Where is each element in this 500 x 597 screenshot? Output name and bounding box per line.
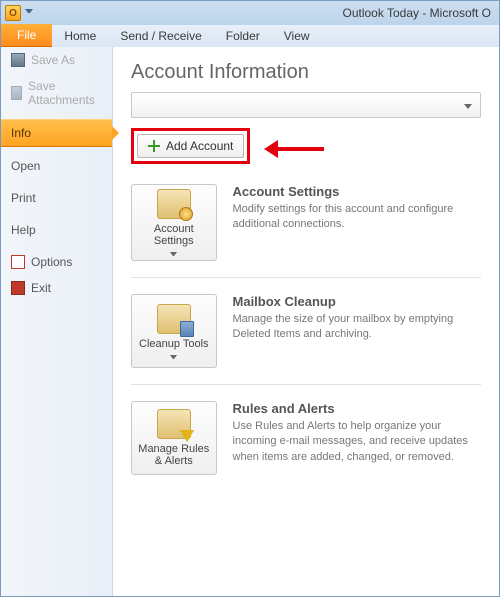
sidebar-item-label: Options xyxy=(31,255,72,269)
options-icon xyxy=(11,255,25,269)
save-icon xyxy=(11,53,25,67)
rules-icon xyxy=(157,409,191,439)
section-heading: Account Settings xyxy=(233,184,481,199)
section-rules-alerts: Manage Rules & Alerts Rules and Alerts U… xyxy=(131,385,481,491)
section-description: Use Rules and Alerts to help organize yo… xyxy=(233,419,481,465)
window-title: Outlook Today - Microsoft O xyxy=(343,6,492,20)
sidebar-item-save-as: Save As xyxy=(1,47,112,73)
section-heading: Rules and Alerts xyxy=(233,401,481,416)
section-text: Rules and Alerts Use Rules and Alerts to… xyxy=(233,401,481,475)
tab-home[interactable]: Home xyxy=(52,25,108,47)
exit-icon xyxy=(11,281,25,295)
bigbtn-label: Manage Rules & Alerts xyxy=(134,443,214,467)
section-text: Account Settings Modify settings for thi… xyxy=(233,184,481,261)
section-mailbox-cleanup: Cleanup Tools Mailbox Cleanup Manage the… xyxy=(131,278,481,385)
section-text: Mailbox Cleanup Manage the size of your … xyxy=(233,294,481,368)
sidebar-item-options[interactable]: Options xyxy=(1,249,112,275)
section-description: Modify settings for this account and con… xyxy=(233,202,481,233)
ribbon-tabs: File Home Send / Receive Folder View xyxy=(1,25,499,47)
bigbtn-label: Account Settings xyxy=(134,223,214,247)
annotation-highlight-box: Add Account xyxy=(131,128,250,164)
sidebar-item-open[interactable]: Open xyxy=(1,153,112,179)
backstage-body: Save As Save Attachments Info Open Print… xyxy=(1,47,499,597)
add-account-row: Add Account xyxy=(131,128,481,164)
chevron-down-icon xyxy=(170,252,177,256)
annotation-arrow xyxy=(264,140,324,158)
sidebar-item-exit[interactable]: Exit xyxy=(1,275,112,301)
sidebar-item-label: Open xyxy=(11,159,40,173)
bigbtn-label: Cleanup Tools xyxy=(139,338,209,350)
page-title: Account Information xyxy=(131,61,481,84)
sidebar-item-label: Print xyxy=(11,191,36,205)
outlook-app-icon: O xyxy=(5,5,21,21)
main-panel: Account Information Add Account Account … xyxy=(113,47,499,597)
tab-send-receive[interactable]: Send / Receive xyxy=(108,25,213,47)
title-bar: O Outlook Today - Microsoft O xyxy=(1,1,499,25)
add-account-label: Add Account xyxy=(166,139,233,153)
tab-file[interactable]: File xyxy=(1,24,52,47)
sidebar-item-info[interactable]: Info xyxy=(1,119,112,147)
sidebar-item-label: Save Attachments xyxy=(28,79,102,107)
manage-rules-alerts-button[interactable]: Manage Rules & Alerts xyxy=(131,401,217,475)
section-heading: Mailbox Cleanup xyxy=(233,294,481,309)
sidebar-item-label: Exit xyxy=(31,281,51,295)
account-selector-dropdown[interactable] xyxy=(131,92,481,118)
tab-folder[interactable]: Folder xyxy=(214,25,272,47)
quick-access-toolbar: O xyxy=(1,1,33,25)
add-account-button[interactable]: Add Account xyxy=(137,134,244,158)
outlook-window: O Outlook Today - Microsoft O File Home … xyxy=(0,0,500,597)
sidebar-item-help[interactable]: Help xyxy=(1,217,112,243)
backstage-sidebar: Save As Save Attachments Info Open Print… xyxy=(1,47,113,597)
sidebar-item-save-attachments: Save Attachments xyxy=(1,73,112,113)
qat-dropdown-icon[interactable] xyxy=(25,9,33,17)
cleanup-icon xyxy=(157,304,191,334)
chevron-down-icon xyxy=(170,355,177,359)
cleanup-tools-button[interactable]: Cleanup Tools xyxy=(131,294,217,368)
account-settings-icon xyxy=(157,189,191,219)
sidebar-item-label: Save As xyxy=(31,53,75,67)
sidebar-item-label: Info xyxy=(11,126,31,140)
account-settings-button[interactable]: Account Settings xyxy=(131,184,217,261)
section-description: Manage the size of your mailbox by empty… xyxy=(233,312,481,343)
attachment-icon xyxy=(11,86,22,100)
section-account-settings: Account Settings Account Settings Modify… xyxy=(131,168,481,278)
sidebar-item-print[interactable]: Print xyxy=(1,185,112,211)
sidebar-item-label: Help xyxy=(11,223,36,237)
tab-view[interactable]: View xyxy=(272,25,322,47)
plus-icon xyxy=(148,140,160,152)
